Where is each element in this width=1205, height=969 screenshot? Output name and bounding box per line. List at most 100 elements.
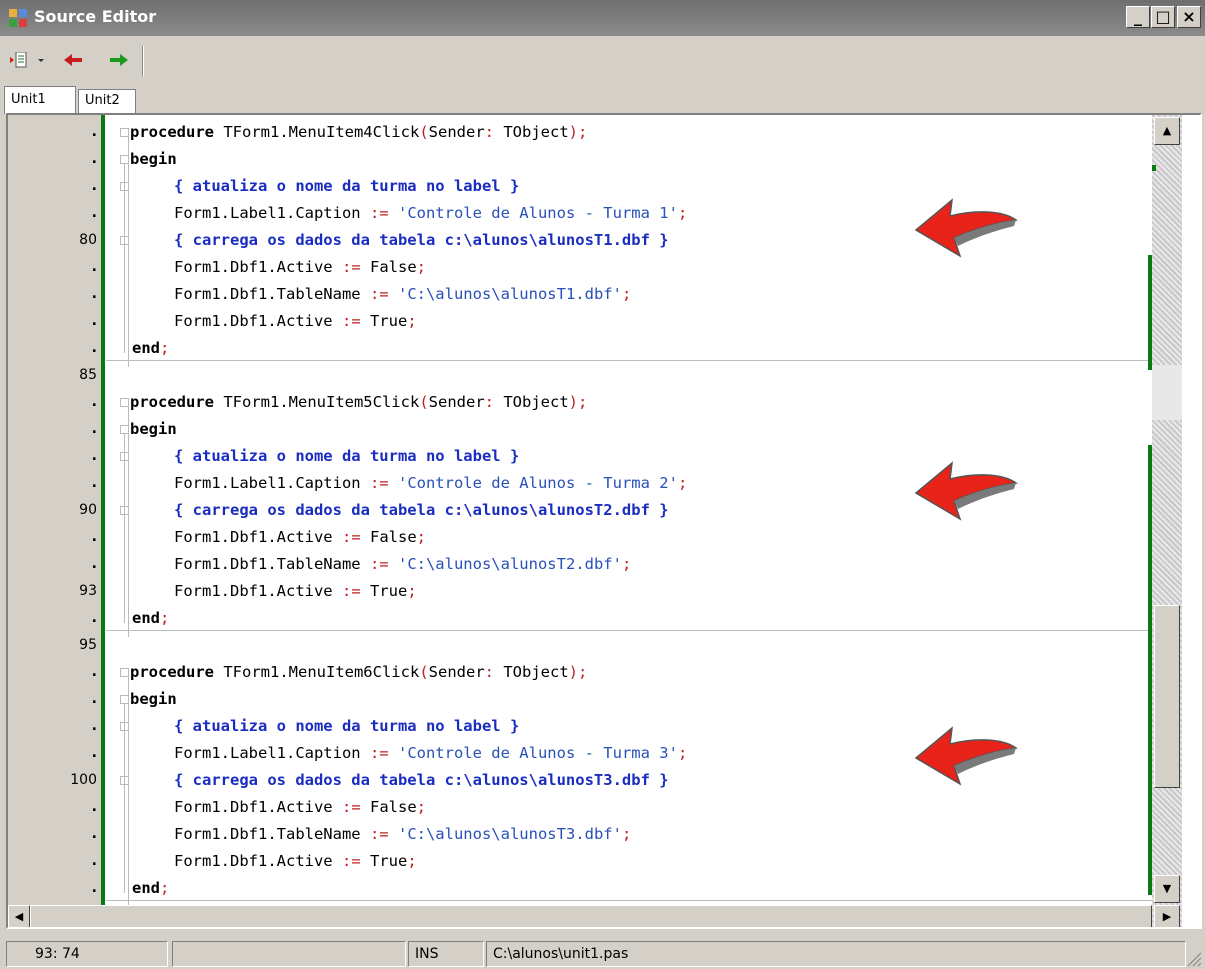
line-number: 95 xyxy=(79,637,97,653)
code-token: Form1.Dbf1.Active xyxy=(174,312,342,330)
code-token: ; xyxy=(677,744,688,762)
code-token: False xyxy=(360,528,417,546)
code-token: False xyxy=(360,798,417,816)
fold-marker-icon[interactable] xyxy=(120,398,129,407)
scroll-down-button[interactable]: ▼ xyxy=(1154,875,1180,903)
code-token: False xyxy=(360,258,417,276)
status-panel-empty xyxy=(172,941,406,967)
code-token: := xyxy=(341,582,361,600)
line-number: . xyxy=(91,448,97,464)
vertical-scroll-thumb[interactable] xyxy=(1154,605,1180,788)
code-token: ; xyxy=(416,258,426,276)
code-token: True xyxy=(360,582,408,600)
code-line[interactable]: Form1.Dbf1.Active := False; xyxy=(106,794,1152,821)
line-number: . xyxy=(91,259,97,275)
code-token: ( xyxy=(419,663,429,681)
horizontal-scroll-thumb[interactable] xyxy=(30,905,1152,927)
code-line[interactable]: Form1.Dbf1.Active := True; xyxy=(106,848,1152,875)
code-token: := xyxy=(369,555,389,573)
tab-unit1[interactable]: Unit1 xyxy=(4,86,76,114)
code-line[interactable]: procedure TForm1.MenuItem4Click(Sender: … xyxy=(106,119,1152,146)
code-token: procedure xyxy=(130,663,214,681)
code-token: True xyxy=(360,312,408,330)
code-line[interactable]: begin xyxy=(106,416,1152,443)
red-arrow-icon xyxy=(914,198,1019,258)
code-token: end xyxy=(132,609,160,627)
code-line[interactable]: begin xyxy=(106,146,1152,173)
code-line[interactable]: end; xyxy=(106,605,1152,632)
fold-marker-icon[interactable] xyxy=(120,128,129,137)
line-number: . xyxy=(91,745,97,761)
scroll-left-button[interactable]: ◀ xyxy=(8,905,30,927)
block-separator xyxy=(106,360,1152,361)
code-token: Form1.Dbf1.TableName xyxy=(174,825,370,843)
code-token: Sender xyxy=(428,393,485,411)
line-number: . xyxy=(91,718,97,734)
vertical-scrollbar[interactable]: ▲ ▼ xyxy=(1152,115,1182,905)
code-line[interactable]: Form1.Dbf1.Active := True; xyxy=(106,578,1152,605)
scroll-up-button[interactable]: ▲ xyxy=(1154,117,1180,145)
code-token: TObject xyxy=(494,123,569,141)
code-token: { atualiza o nome da turma no label } xyxy=(174,177,520,195)
code-token: TObject xyxy=(494,663,569,681)
source-editor[interactable]: ....80....85....90..93.95....100....105 … xyxy=(6,113,1202,929)
fold-guide xyxy=(124,434,125,623)
code-line[interactable]: Form1.Dbf1.Active := False; xyxy=(106,524,1152,551)
code-token: begin xyxy=(130,150,177,168)
code-token: 'C:\alunos\alunosT3.dbf' xyxy=(397,825,622,843)
code-line[interactable]: end; xyxy=(106,335,1152,362)
code-line[interactable]: procedure TForm1.MenuItem6Click(Sender: … xyxy=(106,659,1152,686)
toolbar-separator xyxy=(142,46,144,76)
dropdown-arrow-icon[interactable] xyxy=(36,52,46,68)
tab-unit2[interactable]: Unit2 xyxy=(78,89,136,113)
code-token: TForm1.MenuItem5Click xyxy=(214,393,420,411)
toolbar xyxy=(0,36,1205,82)
fold-guide xyxy=(124,704,125,893)
code-token: True xyxy=(360,852,408,870)
line-number: . xyxy=(91,475,97,491)
horizontal-scrollbar[interactable]: ◀ ▶ xyxy=(8,905,1182,927)
code-line[interactable]: Form1.Dbf1.TableName := 'C:\alunos\aluno… xyxy=(106,281,1152,308)
maximize-button[interactable]: □ xyxy=(1151,6,1175,28)
fold-guide xyxy=(128,407,129,637)
block-separator xyxy=(106,900,1152,901)
line-number: . xyxy=(91,529,97,545)
code-token: ( xyxy=(419,393,429,411)
close-button[interactable]: × xyxy=(1177,6,1201,28)
scroll-right-button[interactable]: ▶ xyxy=(1154,905,1180,927)
red-arrow-icon xyxy=(914,461,1019,521)
title-bar[interactable]: Source Editor _ □ × xyxy=(0,0,1205,36)
code-token: ; xyxy=(677,474,688,492)
toggle-bookmark-icon[interactable] xyxy=(10,52,30,68)
line-number: . xyxy=(91,691,97,707)
code-token: ; xyxy=(621,825,632,843)
code-token: ; xyxy=(677,204,688,222)
code-line[interactable]: Form1.Dbf1.TableName := 'C:\alunos\aluno… xyxy=(106,821,1152,848)
minimize-button[interactable]: _ xyxy=(1126,6,1150,28)
fold-marker-icon[interactable] xyxy=(120,668,129,677)
code-token: : xyxy=(484,663,494,681)
line-number: . xyxy=(91,394,97,410)
code-token: begin xyxy=(130,420,177,438)
code-line[interactable]: Form1.Dbf1.TableName := 'C:\alunos\aluno… xyxy=(106,551,1152,578)
forward-arrow-icon[interactable] xyxy=(108,52,130,68)
window-title: Source Editor xyxy=(34,7,157,26)
code-token: 'C:\alunos\alunosT1.dbf' xyxy=(397,285,622,303)
code-line[interactable]: end; xyxy=(106,875,1152,902)
back-arrow-icon[interactable] xyxy=(62,52,84,68)
code-line[interactable]: begin xyxy=(106,686,1152,713)
code-token: := xyxy=(369,285,389,303)
code-line[interactable]: Form1.Dbf1.Active := True; xyxy=(106,308,1152,335)
resize-grip-icon[interactable] xyxy=(1184,949,1202,967)
code-line[interactable]: procedure TForm1.MenuItem5Click(Sender: … xyxy=(106,389,1152,416)
code-token: begin xyxy=(130,690,177,708)
code-token: ; xyxy=(160,879,170,897)
line-number: . xyxy=(91,610,97,626)
code-token: ; xyxy=(407,312,417,330)
line-number: 90 xyxy=(79,502,97,518)
code-token: Form1.Dbf1.Active xyxy=(174,852,342,870)
code-token: { carrega os dados da tabela c:\alunos\a… xyxy=(174,501,669,519)
line-number: . xyxy=(91,205,97,221)
code-token: := xyxy=(369,204,389,222)
